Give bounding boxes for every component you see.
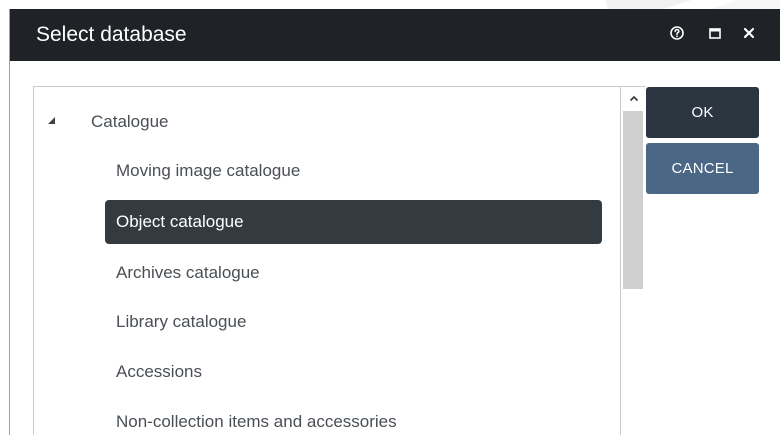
help-button[interactable] bbox=[668, 25, 686, 45]
tree-item-label: Moving image catalogue bbox=[116, 161, 301, 180]
ok-button[interactable]: OK bbox=[646, 87, 759, 138]
chevron-up-icon bbox=[629, 89, 639, 107]
tree-item-label: Non-collection items and accessories bbox=[116, 412, 397, 431]
scrollbar-thumb[interactable] bbox=[623, 111, 643, 289]
close-icon bbox=[743, 26, 755, 44]
tree-item-accessions[interactable]: Accessions bbox=[105, 350, 602, 394]
select-database-dialog: Select database Catalogue Moving image c… bbox=[9, 9, 780, 435]
cancel-button[interactable]: CANCEL bbox=[646, 143, 759, 194]
dialog-title: Select database bbox=[36, 23, 187, 46]
scroll-up-button[interactable] bbox=[621, 87, 646, 109]
tree-item-label: Object catalogue bbox=[116, 212, 244, 231]
tree-item-label: Library catalogue bbox=[116, 312, 247, 331]
tree-item-moving-image-catalogue[interactable]: Moving image catalogue bbox=[105, 149, 602, 193]
tree-item-object-catalogue[interactable]: Object catalogue bbox=[105, 200, 602, 244]
close-button[interactable] bbox=[740, 26, 758, 44]
collapse-triangle-icon[interactable] bbox=[47, 113, 57, 124]
tree-item-non-collection-items[interactable]: Non-collection items and accessories bbox=[105, 400, 602, 435]
screen: Select database Catalogue Moving image c… bbox=[0, 0, 780, 435]
tree-item-archives-catalogue[interactable]: Archives catalogue bbox=[105, 251, 602, 295]
help-circle-icon bbox=[670, 25, 684, 45]
tree-list: Catalogue Moving image catalogue Object … bbox=[34, 87, 619, 435]
tree-item-label: Archives catalogue bbox=[116, 263, 260, 282]
tree-node-catalogue[interactable]: Catalogue bbox=[91, 112, 169, 132]
maximize-button[interactable] bbox=[706, 26, 724, 44]
tree-item-label: Accessions bbox=[116, 362, 202, 381]
tree-scrollbar[interactable] bbox=[620, 87, 646, 435]
dialog-titlebar: Select database bbox=[10, 9, 780, 61]
database-tree: Catalogue Moving image catalogue Object … bbox=[33, 86, 646, 435]
maximize-icon bbox=[709, 26, 721, 44]
tree-item-library-catalogue[interactable]: Library catalogue bbox=[105, 300, 602, 344]
